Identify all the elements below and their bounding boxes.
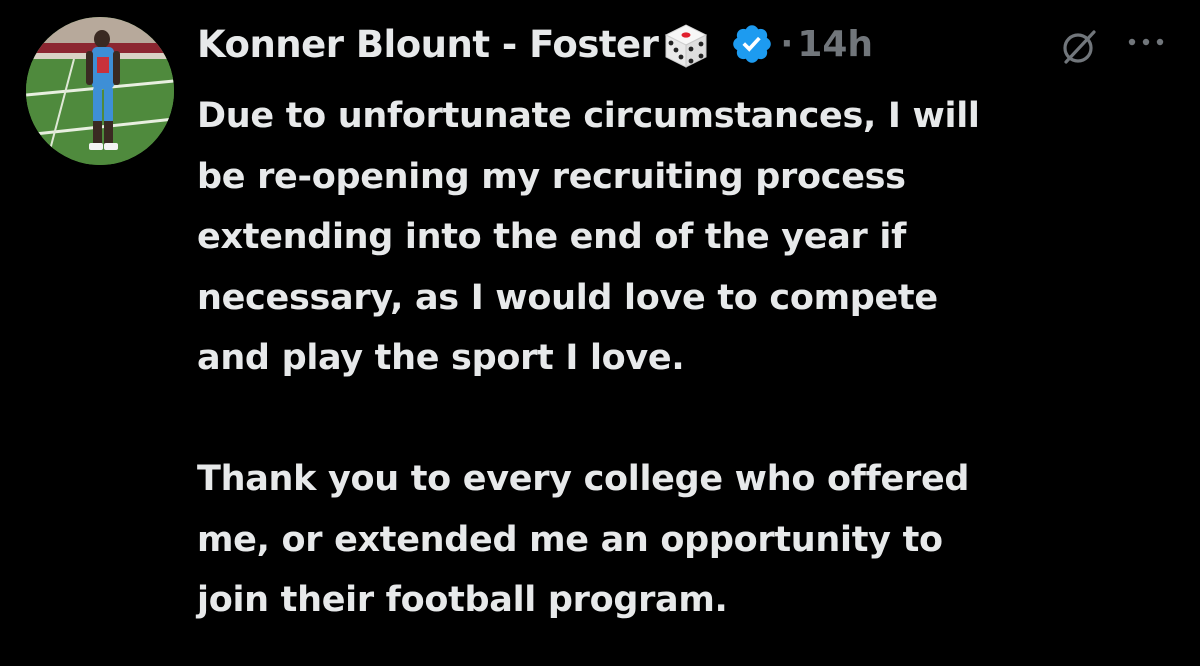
tweet-text-line: be re-opening my recruiting process [197,156,906,197]
tweet-text-line: me, or extended me an opportunity to [197,519,943,560]
tweet-text-line: Thank you to every college who offered [197,459,970,499]
tweet: Konner Blount - Foster · 14h Due to unfo… [0,0,1200,666]
tweet-text-line: extending into the end of the year if [197,217,907,257]
tweet-text-line: necessary, as I would love to compete [197,277,938,318]
avatar-photo [26,17,174,165]
tweet-header: Konner Blount - Foster · 14h [197,14,873,74]
tweet-text: Due to unfortunate circumstances, I will… [197,86,1182,631]
verified-badge-icon[interactable] [730,22,774,66]
tweet-text-line: and play the sport I love. [197,338,685,378]
tweet-text-line: join their football program. [197,580,728,620]
tweet-text-line: Due to unfortunate circumstances, I will [197,96,980,136]
timestamp[interactable]: 14h [797,24,873,65]
header-separator: · [780,24,794,64]
die-icon [660,19,712,71]
avatar[interactable] [26,17,174,165]
author-display-name[interactable]: Konner Blount - Foster [197,23,659,66]
more-options-icon[interactable] [1122,30,1170,54]
grok-icon[interactable] [1058,24,1102,68]
